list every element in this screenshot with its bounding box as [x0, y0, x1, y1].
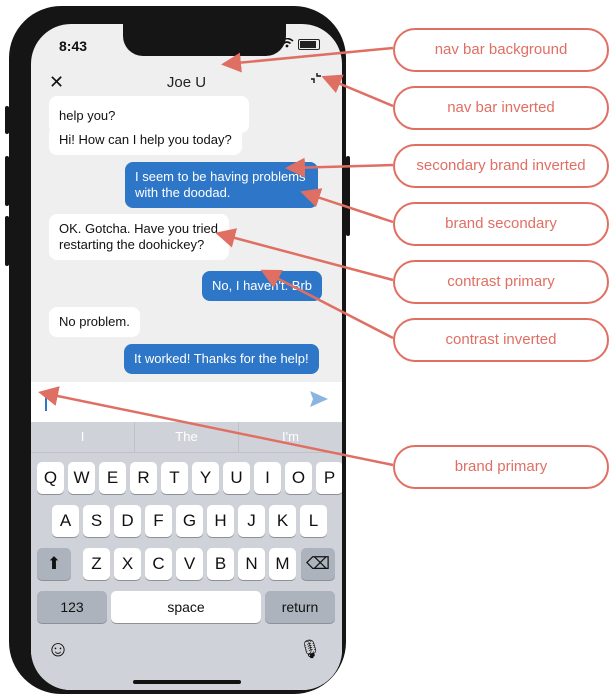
callout-arrow: [215, 228, 394, 282]
callout-arrow: [38, 386, 394, 467]
callout-arrow: [300, 188, 394, 224]
callout-arrow: [221, 46, 394, 73]
callout-label: secondary brand inverted: [393, 144, 609, 188]
callout-label: brand secondary: [393, 202, 609, 246]
callout-label: nav bar background: [393, 28, 609, 72]
callout-arrow: [285, 157, 394, 178]
callout-label: contrast inverted: [393, 318, 609, 362]
callout-arrow: [321, 74, 394, 108]
callout-label: brand primary: [393, 445, 609, 489]
callout-label: nav bar inverted: [393, 86, 609, 130]
callout-label: contrast primary: [393, 260, 609, 304]
callout-arrow: [260, 269, 394, 340]
